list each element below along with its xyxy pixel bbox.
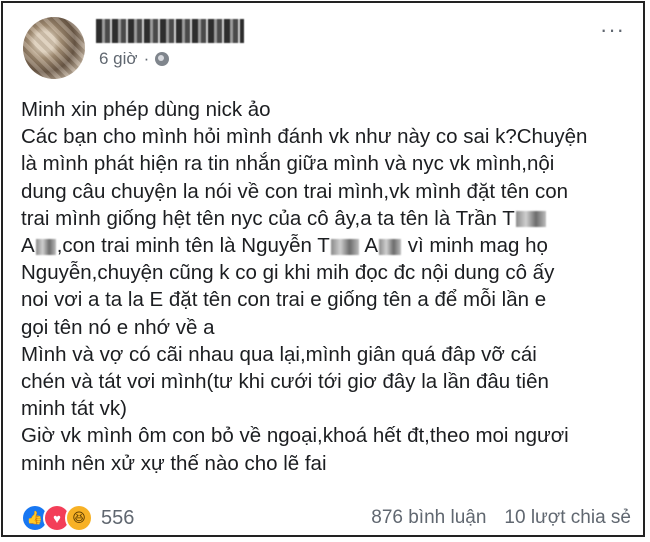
post-line-text: ,con trai minh tên là Nguyễn T <box>56 234 330 258</box>
post-line-text: A <box>21 234 35 258</box>
redacted-text <box>515 211 546 228</box>
post-line: noi vơi a ta la E đặt tên con trai e giố… <box>21 288 547 312</box>
post-line: chén và tát vơi mình(tư khi cưới tới giơ… <box>21 370 549 394</box>
post-text: Minh xin phép dùng nick ảo Các bạn cho m… <box>21 96 631 477</box>
redacted-text <box>379 238 402 255</box>
post-line: Minh xin phép dùng nick ảo <box>21 98 271 121</box>
post-line: Giờ vk mình ôm con bỏ về ngoại,khoá hết … <box>21 424 569 448</box>
post-line-text: vì minh mag họ <box>407 234 548 258</box>
redacted-text <box>35 238 56 255</box>
post-line: trai mình giống hệt tên nyc của cô ây,a … <box>21 205 631 232</box>
shares-count-link[interactable]: 10 lượt chia sẻ <box>504 507 631 529</box>
post-line: là mình phát hiện ra tin nhắn giữa mình … <box>21 152 555 176</box>
facebook-post-card: 6 giờ · ··· Minh xin phép dùng nick ảo C… <box>1 1 645 537</box>
post-line: Các bạn cho mình hỏi mình đánh vk như nà… <box>21 125 588 149</box>
post-line: A ,con trai minh tên là Nguyễn T A vì min… <box>21 232 631 259</box>
post-line: Mình và vợ có cãi nhau qua lại,mình giân… <box>21 342 537 366</box>
post-meta: 6 giờ · <box>99 49 170 69</box>
post-line-text: A <box>364 234 379 258</box>
avatar[interactable] <box>23 17 85 79</box>
reactions-summary[interactable]: 👍 ♥ 😆 556 <box>21 504 134 532</box>
reaction-count[interactable]: 556 <box>101 507 134 530</box>
haha-icon: 😆 <box>65 504 93 532</box>
more-options-icon[interactable]: ··· <box>600 19 625 41</box>
post-line: minh tát vk) <box>21 397 127 421</box>
post-line: Nguyễn,chuyện cũng k co gi khi mih đọc đ… <box>21 261 555 285</box>
post-line: gọi tên nó e nhớ về a <box>21 315 215 339</box>
globe-icon[interactable] <box>155 52 170 66</box>
comments-count-link[interactable]: 876 bình luận <box>371 507 486 529</box>
meta-separator: · <box>143 49 150 68</box>
redacted-text <box>330 238 359 255</box>
post-line: dung câu chuyện la nói về con trai mình,… <box>21 179 568 203</box>
post-line-text: trai mình giống hệt tên nyc của cô ây,a … <box>21 206 515 230</box>
post-time[interactable]: 6 giờ <box>99 49 138 69</box>
author-name-redacted[interactable] <box>96 19 244 43</box>
post-line: minh nên xử xự thế nào cho lẽ fai <box>21 451 327 475</box>
post-footer: 👍 ♥ 😆 556 876 bình luận 10 lượt chia sẻ <box>21 504 631 532</box>
